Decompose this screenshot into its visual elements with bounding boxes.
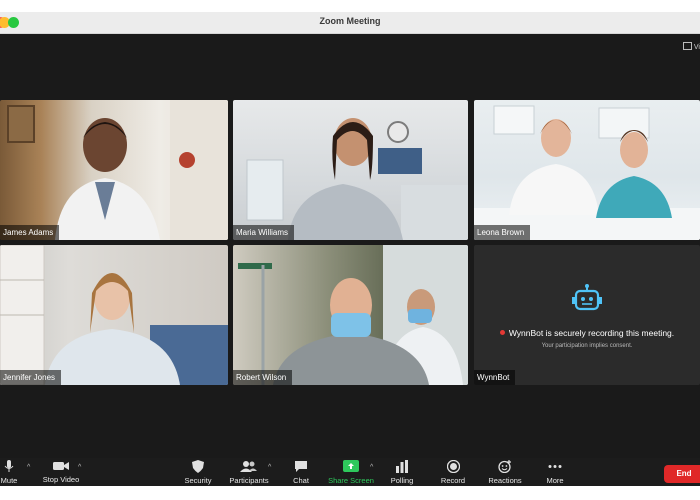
polling-button[interactable]: Polling (386, 460, 418, 485)
more-button[interactable]: More (540, 460, 570, 485)
view-button[interactable]: Vi (682, 42, 700, 51)
mute-button[interactable]: Mute (0, 460, 24, 485)
more-label: More (546, 476, 564, 485)
microphone-icon (4, 460, 14, 472)
video-tile-wynnbot[interactable]: WynnBot is securely recording this meeti… (474, 245, 700, 385)
smiley-icon (498, 460, 511, 473)
polling-label: Polling (390, 476, 414, 485)
participant-video (0, 245, 228, 385)
share-options-caret-icon[interactable]: ^ (370, 464, 373, 471)
title-bar: Zoom Meeting (0, 12, 700, 34)
record-icon (446, 460, 460, 473)
participant-name: Robert Wilson (233, 370, 293, 385)
participant-name: James Adams (0, 225, 60, 240)
participants-button[interactable]: Participants (226, 460, 272, 485)
security-button[interactable]: Security (180, 460, 216, 485)
view-button-label: Vi (693, 44, 700, 51)
meeting-toolbar: Mute ^ Stop Video ^ Security Participant… (0, 458, 700, 486)
participant-name: Leona Brown (474, 225, 531, 240)
mute-label: Mute (0, 476, 18, 485)
security-label: Security (184, 476, 212, 485)
video-options-caret-icon[interactable]: ^ (78, 464, 81, 471)
window-title: Zoom Meeting (319, 16, 381, 26)
share-screen-button[interactable]: Share Screen (326, 460, 376, 485)
more-dots-icon (548, 465, 562, 468)
video-tile-james-adams[interactable]: James Adams (0, 100, 228, 240)
recording-dot-icon (499, 330, 505, 335)
video-tile-maria-williams[interactable]: Maria Williams (233, 100, 468, 240)
end-meeting-button[interactable]: End (664, 465, 700, 483)
consent-text: Your participation implies consent. (541, 343, 633, 349)
reactions-label: Reactions (488, 476, 522, 485)
robot-icon (474, 283, 700, 320)
participants-options-caret-icon[interactable]: ^ (268, 464, 271, 471)
participant-name: Jennifer Jones (0, 370, 62, 385)
recording-notice: WynnBot is securely recording this meeti… (474, 328, 700, 338)
chat-bubble-icon (295, 461, 307, 472)
video-camera-icon (53, 462, 69, 470)
video-stage: Vi James Adams Maria Williams Leona Brow… (0, 34, 700, 458)
participant-name: WynnBot (474, 370, 516, 385)
bar-chart-icon (396, 460, 408, 473)
shield-icon (192, 460, 204, 473)
share-screen-label: Share Screen (328, 476, 374, 485)
participant-video (474, 105, 700, 240)
chat-button[interactable]: Chat (286, 460, 316, 485)
participant-video (7, 100, 228, 240)
participants-icon (240, 461, 257, 472)
record-label: Record (440, 476, 466, 485)
chat-label: Chat (293, 476, 309, 485)
mute-options-caret-icon[interactable]: ^ (27, 464, 30, 471)
zoom-window: Zoom Meeting Vi James Adams Maria Willia… (0, 12, 700, 486)
participant-video (246, 118, 468, 240)
share-screen-icon (343, 460, 359, 472)
view-grid-icon (682, 42, 692, 50)
record-button[interactable]: Record (436, 460, 470, 485)
stop-video-label: Stop Video (42, 475, 80, 484)
recording-text: WynnBot is securely recording this meeti… (508, 328, 675, 338)
participants-label: Participants (229, 476, 269, 485)
reactions-button[interactable]: Reactions (484, 460, 526, 485)
participant-name: Maria Williams (233, 225, 294, 240)
video-tile-robert-wilson[interactable]: Robert Wilson (233, 245, 468, 385)
participant-video (238, 245, 468, 385)
video-tile-jennifer-jones[interactable]: Jennifer Jones (0, 245, 228, 385)
video-tile-leona-brown[interactable]: Leona Brown (474, 100, 700, 240)
